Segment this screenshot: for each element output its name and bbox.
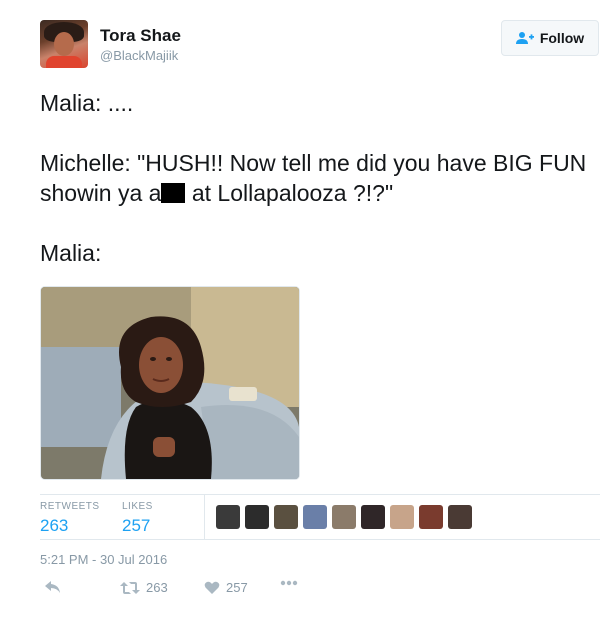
- like-count: 257: [226, 580, 248, 595]
- likes-label: LIKES: [122, 501, 153, 512]
- reply-button[interactable]: [44, 580, 62, 594]
- retweets-count: 263: [40, 516, 69, 535]
- liker-avatar[interactable]: [216, 505, 240, 529]
- liker-avatar[interactable]: [245, 505, 269, 529]
- tweet-line-2-end: at Lollapalooza ?!?": [185, 180, 394, 206]
- media-picture: [41, 287, 299, 479]
- tweet-line-1: Malia: ....: [40, 90, 134, 116]
- liker-avatar[interactable]: [274, 505, 298, 529]
- tweet-timestamp[interactable]: 5:21 PM - 30 Jul 2016: [40, 552, 167, 567]
- tweet-line-2: Michelle: "HUSH!! Now tell me did you ha…: [40, 148, 590, 208]
- likes-stat[interactable]: LIKES 257: [122, 501, 153, 536]
- stats-divider: [204, 495, 205, 539]
- retweets-stat[interactable]: RETWEETS 263: [40, 501, 100, 536]
- liker-avatar[interactable]: [448, 505, 472, 529]
- avatar-shirt: [46, 56, 82, 68]
- retweets-label: RETWEETS: [40, 501, 100, 512]
- likes-count: 257: [122, 516, 151, 535]
- tweet-media-image[interactable]: [40, 286, 300, 480]
- reply-icon: [45, 581, 60, 593]
- line-spacer: [40, 118, 590, 148]
- redaction-bar: [161, 183, 186, 203]
- follow-person-icon: [515, 32, 534, 44]
- retweet-button[interactable]: 263: [120, 580, 168, 595]
- user-handle[interactable]: @BlackMajiik: [100, 48, 178, 63]
- tweet-line-3: Malia:: [40, 240, 102, 266]
- tweet-header: Tora Shae @BlackMajiik Follow: [40, 20, 600, 70]
- user-avatar[interactable]: [40, 20, 88, 68]
- line-spacer: [40, 208, 590, 238]
- liker-avatar[interactable]: [303, 505, 327, 529]
- avatar-face: [54, 32, 74, 56]
- more-button[interactable]: [280, 580, 298, 586]
- retweet-count: 263: [146, 580, 168, 595]
- liker-avatar[interactable]: [390, 505, 414, 529]
- user-name[interactable]: Tora Shae: [100, 26, 181, 46]
- tweet-stats: RETWEETS 263 LIKES 257: [40, 494, 600, 540]
- more-icon: [280, 580, 298, 586]
- tweet-actions: 263 257: [40, 580, 440, 608]
- liker-avatar[interactable]: [419, 505, 443, 529]
- liker-avatar[interactable]: [332, 505, 356, 529]
- like-button[interactable]: 257: [204, 580, 248, 595]
- follow-label: Follow: [539, 30, 585, 46]
- heart-icon: [204, 581, 220, 594]
- follow-button[interactable]: Follow: [501, 20, 599, 56]
- liker-avatar[interactable]: [361, 505, 385, 529]
- tweet-text: Malia: .... Michelle: "HUSH!! Now tell m…: [40, 88, 590, 268]
- retweet-icon: [120, 581, 140, 594]
